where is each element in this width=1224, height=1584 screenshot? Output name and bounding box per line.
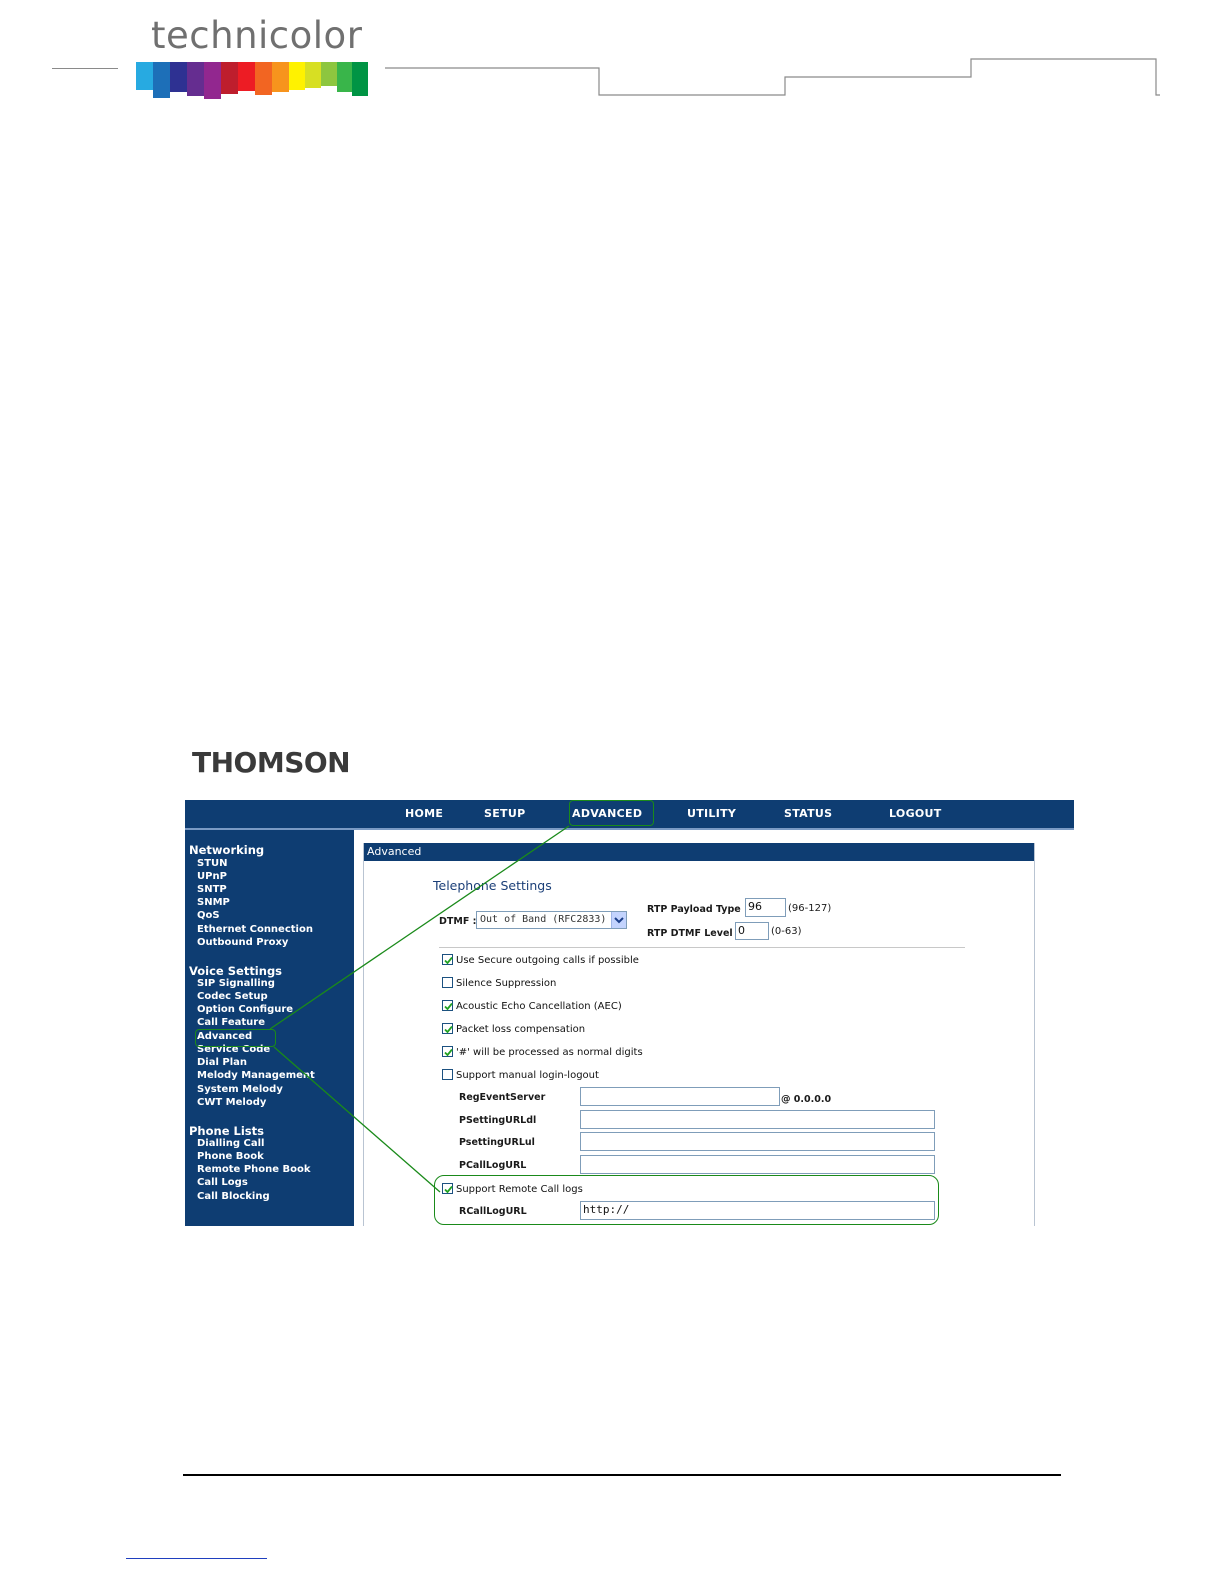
callout-remote-call-logs [434, 1175, 939, 1225]
sidebar-item-remote-phone-book[interactable]: Remote Phone Book [197, 1164, 311, 1175]
nav-home[interactable]: HOME [405, 807, 443, 820]
nav-logout[interactable]: LOGOUT [889, 807, 942, 820]
psetting-url-ul-label: PsettingURLul [459, 1137, 535, 1148]
checkbox-label: Support manual login-logout [456, 1070, 599, 1081]
sidebar-item-stun[interactable]: STUN [197, 858, 228, 869]
sidebar-item-melody-management[interactable]: Melody Management [197, 1070, 315, 1081]
rtp-dtmf-label: RTP DTMF Level : [647, 928, 740, 939]
reg-event-server-input[interactable] [580, 1087, 780, 1106]
sidebar-item-call-blocking[interactable]: Call Blocking [197, 1191, 270, 1202]
rtp-dtmf-range: (0-63) [771, 926, 802, 937]
logo-bar [153, 62, 170, 98]
sidebar-item-option-configure[interactable]: Option Configure [197, 1004, 293, 1015]
advanced-panel: Advanced Telephone Settings DTMF : Out o… [363, 843, 1035, 1226]
footer-link-underline [126, 1558, 267, 1559]
checkbox-secure-outgoing[interactable] [442, 954, 453, 965]
sidebar-item-qos[interactable]: QoS [197, 910, 220, 921]
checkbox-label: Silence Suppression [456, 978, 557, 989]
rtp-payload-input[interactable]: 96 [745, 898, 786, 917]
sidebar-item-sntp[interactable]: SNTP [197, 884, 227, 895]
reg-event-server-suffix: @ 0.0.0.0 [781, 1094, 832, 1105]
logo-bar [136, 62, 153, 90]
sidebar-item-sip-signalling[interactable]: SIP Signalling [197, 978, 275, 989]
dtmf-select-value: Out of Band (RFC2833) [480, 914, 607, 925]
callout-nav-advanced [569, 800, 654, 826]
logo-bar [352, 62, 368, 96]
checkbox-packet-loss[interactable] [442, 1023, 453, 1034]
nav-setup[interactable]: SETUP [484, 807, 525, 820]
divider [439, 947, 965, 948]
callout-connectors [269, 825, 570, 1193]
psetting-url-dl-label: PSettingURLdl [459, 1115, 537, 1126]
thomson-logo: THOMSON [192, 746, 351, 779]
logo-bar [204, 62, 221, 99]
checkbox-hash-digits[interactable] [442, 1046, 453, 1057]
footer-rule [183, 1474, 1061, 1476]
checkbox-label: Use Secure outgoing calls if possible [456, 955, 639, 966]
sidebar-item-call-feature[interactable]: Call Feature [197, 1017, 265, 1028]
psetting-url-ul-input[interactable] [580, 1132, 935, 1151]
sidebar-item-dialling-call[interactable]: Dialling Call [197, 1138, 264, 1149]
header-rule [52, 68, 118, 69]
logo-bar [238, 62, 255, 91]
checkbox-label: '#' will be processed as normal digits [456, 1047, 643, 1058]
pcalllog-url-input[interactable] [580, 1155, 935, 1174]
logo-bar [272, 62, 289, 92]
logo-bar [337, 62, 352, 92]
sidebar-item-dial-plan[interactable]: Dial Plan [197, 1057, 247, 1068]
sidebar-item-call-logs[interactable]: Call Logs [197, 1177, 248, 1188]
panel-title: Advanced [367, 845, 422, 858]
logo-bar [255, 62, 272, 95]
nav-status[interactable]: STATUS [784, 807, 832, 820]
logo-bar [170, 62, 187, 92]
logo-bar [187, 62, 204, 96]
panel-title-bar: Advanced [364, 843, 1034, 861]
sidebar-item-snmp[interactable]: SNMP [197, 897, 230, 908]
pcalllog-url-label: PCallLogURL [459, 1160, 527, 1171]
checkbox-aec[interactable] [442, 1000, 453, 1011]
checkbox-label: Acoustic Echo Cancellation (AEC) [456, 1001, 622, 1012]
sidebar-group-title: Voice Settings [189, 964, 283, 978]
checkbox-manual-login[interactable] [442, 1069, 453, 1080]
sidebar-item-phone-book[interactable]: Phone Book [197, 1151, 264, 1162]
psetting-url-dl-input[interactable] [580, 1110, 935, 1129]
checkbox-silence-suppression[interactable] [442, 977, 453, 988]
sidebar-item-cwt-melody[interactable]: CWT Melody [197, 1097, 266, 1108]
logo-bar [305, 62, 321, 88]
rtp-payload-label: RTP Payload Type : [647, 904, 748, 915]
sidebar-item-codec-setup[interactable]: Codec Setup [197, 991, 268, 1002]
sidebar-group-title: Phone Lists [189, 1124, 264, 1138]
dtmf-label: DTMF : [439, 916, 477, 927]
sidebar-item-upnp[interactable]: UPnP [197, 871, 227, 882]
sidebar-item-system-melody[interactable]: System Melody [197, 1084, 283, 1095]
reg-event-server-label: RegEventServer [459, 1092, 546, 1103]
sidebar-group-title: Networking [189, 843, 265, 857]
callout-sidebar-advanced [195, 1029, 276, 1047]
chevron-down-icon[interactable] [611, 912, 626, 928]
logo-bar [289, 62, 305, 90]
dtmf-select[interactable]: Out of Band (RFC2833) [476, 911, 627, 929]
technicolor-wordmark: technicolor [151, 14, 363, 57]
sidebar-item-ethernet-connection[interactable]: Ethernet Connection [197, 924, 313, 935]
header-step-line [385, 58, 1160, 96]
rtp-dtmf-input[interactable]: 0 [735, 922, 769, 940]
section-title: Telephone Settings [433, 878, 552, 893]
logo-bar [221, 62, 238, 94]
checkbox-label: Packet loss compensation [456, 1024, 586, 1035]
logo-bar [321, 62, 337, 86]
sidebar: Networking STUN UPnP SNTP SNMP QoS Ether… [185, 830, 354, 1226]
sidebar-item-outbound-proxy[interactable]: Outbound Proxy [197, 937, 288, 948]
nav-utility[interactable]: UTILITY [687, 807, 736, 820]
rtp-payload-range: (96-127) [788, 903, 832, 914]
technicolor-logo [136, 62, 368, 100]
